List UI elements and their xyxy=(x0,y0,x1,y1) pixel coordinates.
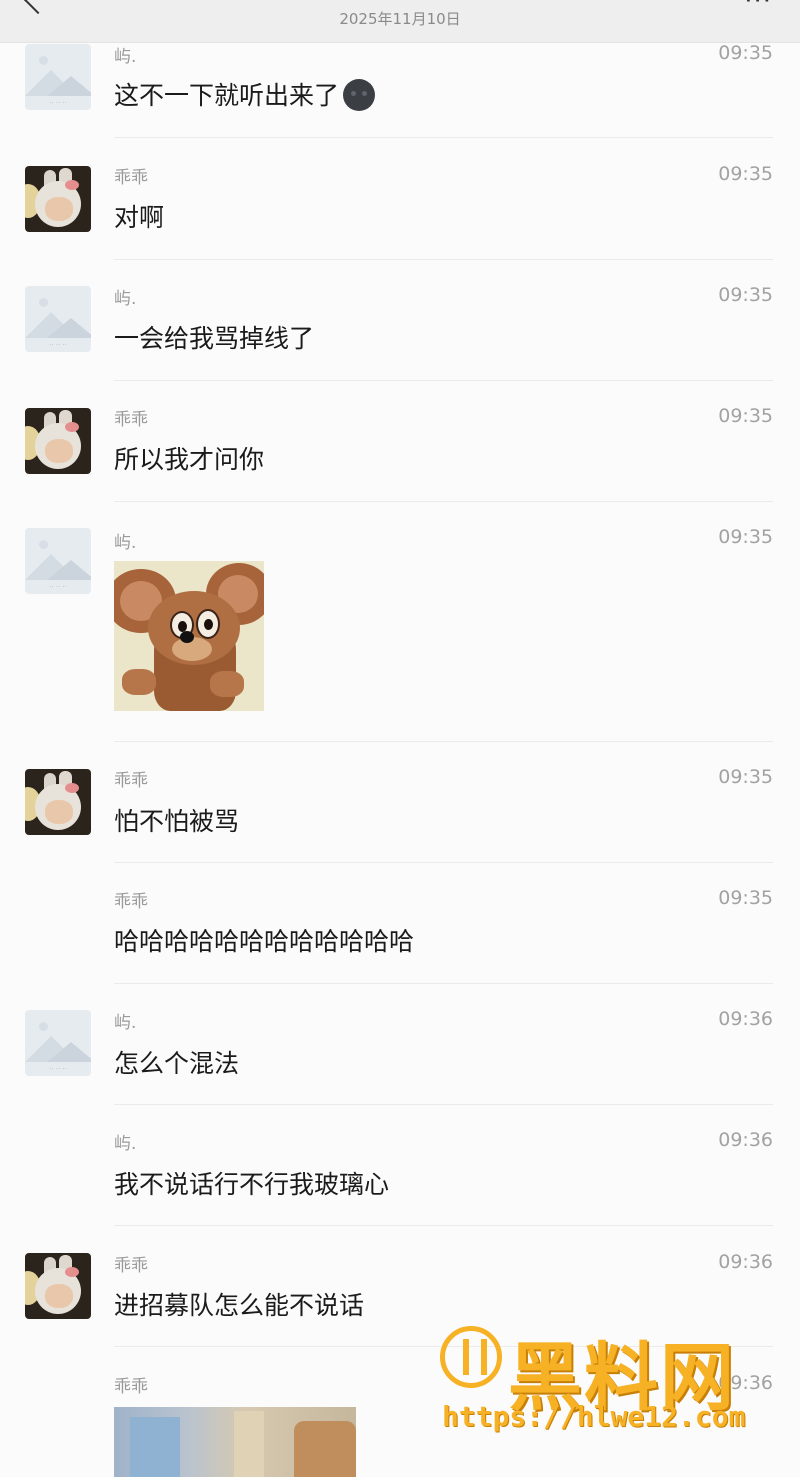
message-text: 一会给我骂掉线了 xyxy=(114,324,315,353)
sender-name: 屿. xyxy=(114,1134,137,1154)
avatar[interactable] xyxy=(25,1253,91,1319)
sender-name: 乖乖 xyxy=(114,410,148,430)
divider xyxy=(114,501,773,502)
divider xyxy=(114,983,773,984)
sender-name: 屿. xyxy=(114,289,137,309)
jerry-mouse-sticker[interactable] xyxy=(114,561,264,711)
avatar[interactable]: ·· ·· ·· xyxy=(25,286,91,352)
divider xyxy=(114,137,773,138)
divider xyxy=(114,741,773,742)
site-watermark: 黑料网 https://hlwe12.com xyxy=(438,1318,778,1438)
message-time: 09:35 xyxy=(718,526,773,548)
chat-message: ·· ·· ·· 屿. 09:36 怎么个混法 xyxy=(0,1004,800,1105)
avatar[interactable] xyxy=(25,769,91,835)
chat-message: ·· ·· ·· 屿. 09:35 一会给我骂掉线了 xyxy=(0,280,800,381)
message-text: 怕不怕被骂 xyxy=(114,807,240,836)
sender-name: 屿. xyxy=(114,47,137,67)
message-time: 09:35 xyxy=(718,766,773,788)
avatar[interactable]: ·· ·· ·· xyxy=(25,1010,91,1076)
avatar[interactable] xyxy=(25,166,91,232)
avatar[interactable]: ·· ·· ·· xyxy=(25,528,91,594)
message-time: 09:36 xyxy=(718,1129,773,1151)
sender-name: 乖乖 xyxy=(114,168,148,188)
message-text: 我不说话行不行我玻璃心 xyxy=(114,1170,390,1199)
message-time: 09:35 xyxy=(718,887,773,909)
message-text: 对啊 xyxy=(114,203,165,232)
chat-message: 乖乖 09:35 哈哈哈哈哈哈哈哈哈哈哈哈 xyxy=(0,883,800,984)
message-text: 哈哈哈哈哈哈哈哈哈哈哈哈 xyxy=(114,927,415,956)
more-options-icon[interactable]: ··· xyxy=(744,0,772,16)
divider xyxy=(114,862,773,863)
avatar[interactable] xyxy=(25,408,91,474)
message-time: 09:35 xyxy=(718,284,773,306)
divider xyxy=(114,380,773,381)
chat-message: 屿. 09:36 我不说话行不行我玻璃心 xyxy=(0,1125,800,1226)
message-time: 09:35 xyxy=(718,163,773,185)
sender-name: 屿. xyxy=(114,533,137,553)
message-time: 09:35 xyxy=(718,42,773,64)
divider xyxy=(114,1104,773,1105)
chat-message: 乖乖 09:35 所以我才问你 xyxy=(0,401,800,502)
chat-message: ·· ·· ·· 屿. 09:35 xyxy=(0,522,800,742)
message-time: 09:36 xyxy=(718,1008,773,1030)
history-date: 2025年11月10日 xyxy=(339,10,461,28)
avatar[interactable]: ·· ·· ·· xyxy=(25,44,91,110)
sender-name: 乖乖 xyxy=(114,1377,148,1397)
message-text: 这不一下就听出来了 xyxy=(114,76,376,113)
chat-message: ·· ·· ·· 屿. 09:35 这不一下就听出来了 xyxy=(0,38,800,138)
sender-name: 乖乖 xyxy=(114,1256,148,1276)
divider xyxy=(114,1225,773,1226)
new-moon-face-emoji-icon xyxy=(343,79,376,111)
chat-history-header: 2025年11月10日 ··· xyxy=(0,0,800,43)
room-photo[interactable] xyxy=(114,1407,356,1477)
sender-name: 乖乖 xyxy=(114,892,148,912)
message-text: 所以我才问你 xyxy=(114,445,265,474)
message-text-content: 这不一下就听出来了 xyxy=(114,81,340,110)
divider xyxy=(114,259,773,260)
chat-message: 乖乖 09:35 对啊 xyxy=(0,159,800,260)
message-text: 怎么个混法 xyxy=(114,1049,240,1078)
sender-name: 屿. xyxy=(114,1013,137,1033)
message-text: 进招募队怎么能不说话 xyxy=(114,1291,365,1320)
watermark-url: https://hlwe12.com xyxy=(442,1400,746,1433)
message-time: 09:35 xyxy=(718,405,773,427)
sender-name: 乖乖 xyxy=(114,771,148,791)
watermark-logo-icon xyxy=(440,1326,502,1388)
message-time: 09:36 xyxy=(718,1251,773,1273)
chat-message: 乖乖 09:35 怕不怕被骂 xyxy=(0,762,800,863)
